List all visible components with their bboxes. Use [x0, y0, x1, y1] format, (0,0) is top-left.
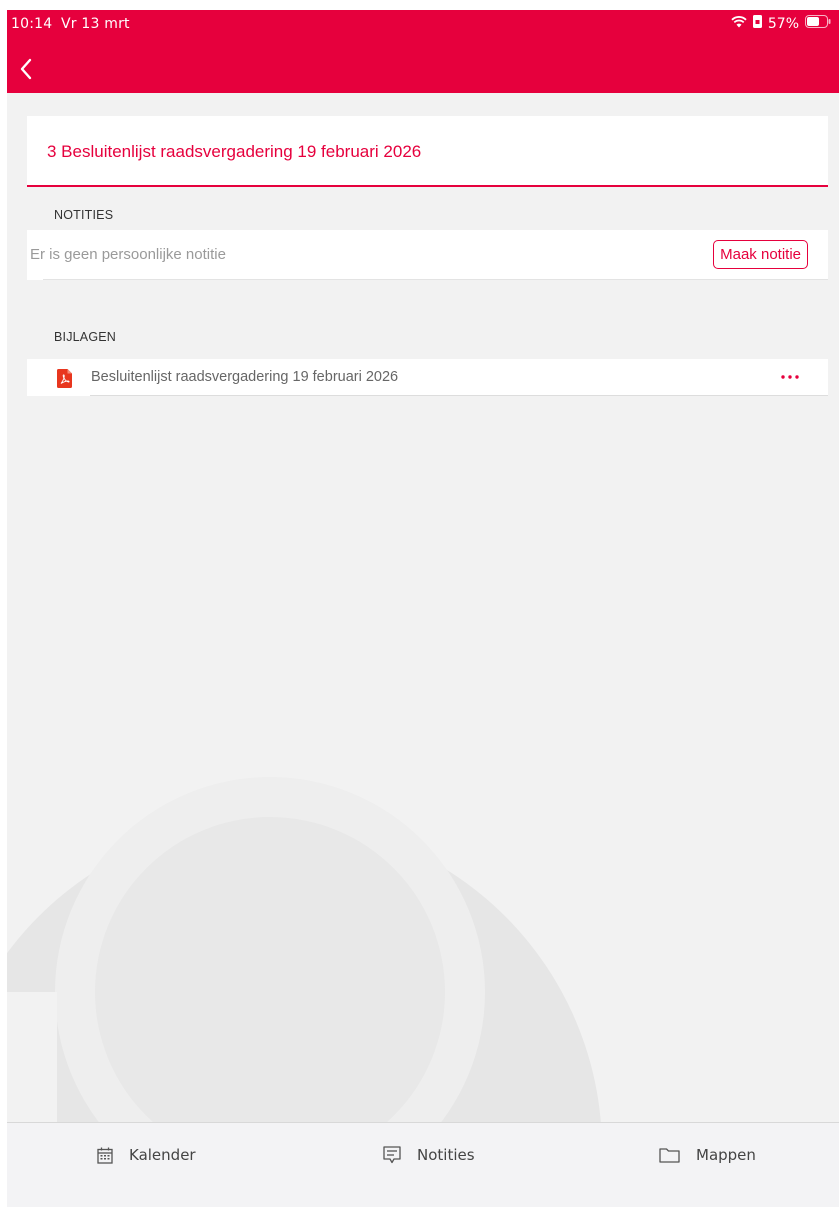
tab-label: Notities: [417, 1146, 475, 1164]
agenda-item-title: 3 Besluitenlijst raadsvergadering 19 feb…: [47, 142, 422, 161]
notes-icon: [383, 1146, 401, 1164]
attachment-more-button[interactable]: [778, 365, 802, 389]
status-time: 10:14: [11, 16, 53, 32]
back-button[interactable]: [11, 54, 41, 84]
divider: [43, 279, 828, 280]
notes-empty-text: Er is geen persoonlijke notitie: [30, 246, 226, 263]
chevron-left-icon: [20, 58, 32, 80]
notes-section-label: NOTITIES: [54, 208, 114, 222]
background-decoration: [7, 777, 602, 1207]
divider: [90, 395, 828, 396]
tab-notities[interactable]: Notities: [383, 1146, 475, 1164]
status-bar-time: 10:14 Vr 13 mrt: [11, 16, 130, 32]
pdf-icon: [57, 369, 72, 393]
attachments-section-label: BIJLAGEN: [54, 330, 117, 344]
portrait-lock-icon: [752, 15, 762, 32]
battery-icon: [805, 15, 831, 32]
tab-label: Mappen: [696, 1146, 756, 1164]
status-date: Vr 13 mrt: [61, 16, 130, 32]
more-dots-icon: [781, 375, 799, 379]
agenda-item-card: 3 Besluitenlijst raadsvergadering 19 feb…: [27, 116, 828, 187]
bottom-tab-bar: Kalender Notities Mappen: [7, 1122, 839, 1207]
make-note-button[interactable]: Maak notitie: [713, 240, 808, 269]
folder-icon: [659, 1148, 680, 1163]
attachment-row[interactable]: Besluitenlijst raadsvergadering 19 febru…: [27, 359, 828, 396]
tab-mappen[interactable]: Mappen: [659, 1146, 756, 1164]
battery-percent: 57%: [767, 15, 799, 32]
app-header: 10:14 Vr 13 mrt 57%: [7, 10, 839, 93]
notes-card: Er is geen persoonlijke notitie Maak not…: [27, 230, 828, 280]
tab-label: Kalender: [129, 1146, 196, 1164]
tab-kalender[interactable]: Kalender: [97, 1146, 196, 1164]
app-screen: 10:14 Vr 13 mrt 57% 3 Besluitenlijst raa…: [7, 10, 839, 1207]
status-bar-indicators: 57%: [731, 15, 831, 32]
wifi-icon: [731, 15, 747, 32]
calendar-icon: [97, 1147, 113, 1164]
attachment-name: Besluitenlijst raadsvergadering 19 febru…: [91, 369, 399, 385]
